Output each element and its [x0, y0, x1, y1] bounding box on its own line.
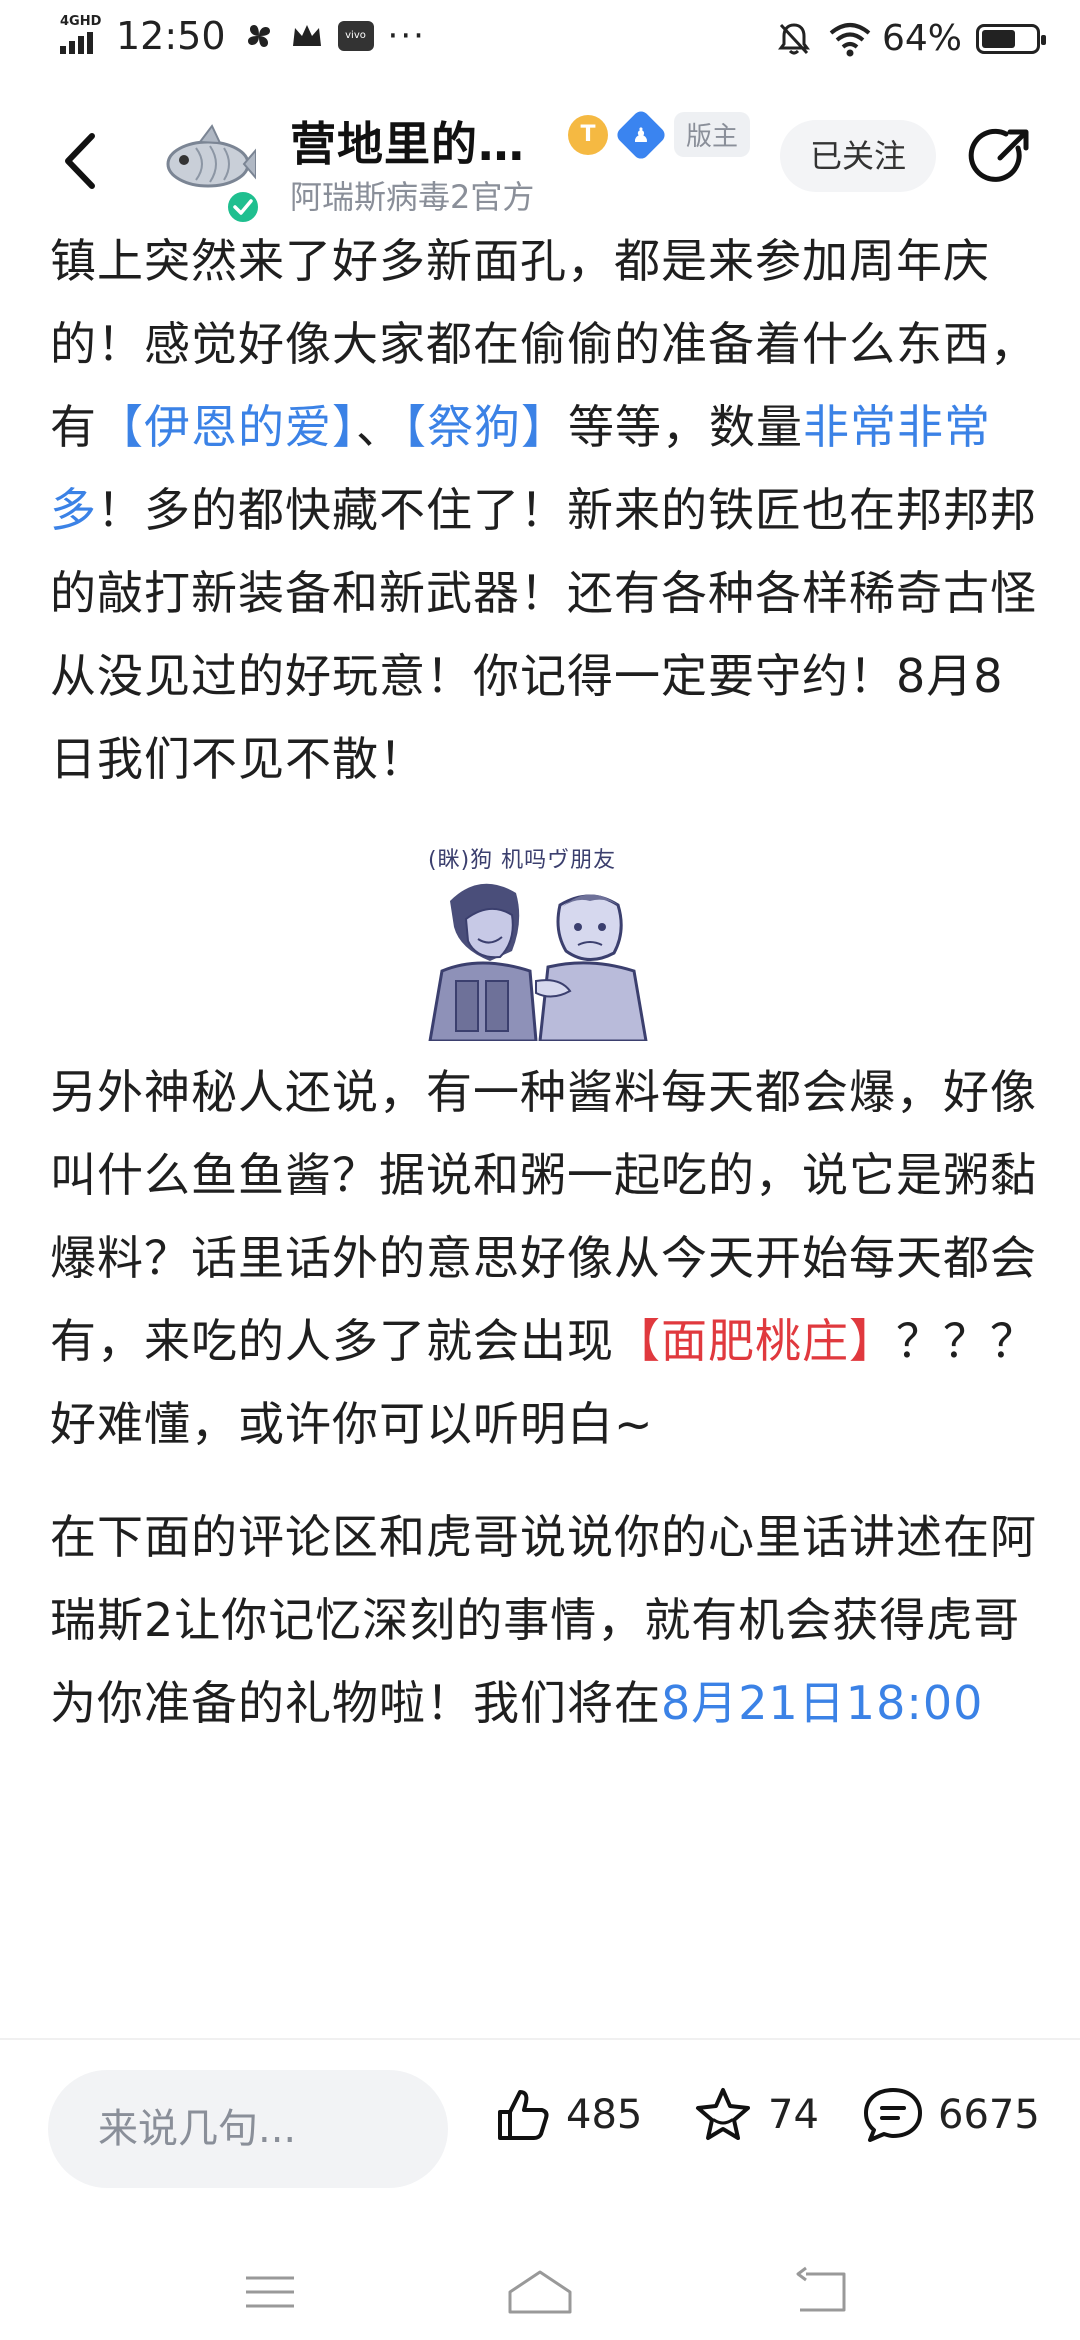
favorite-count: 74: [768, 2092, 819, 2138]
sticker-caption: (眯)狗 机吗ヴ朋友: [428, 848, 616, 873]
wifi-icon: [829, 22, 871, 56]
vivo-app-icon: vivo: [337, 21, 374, 51]
home-icon[interactable]: [504, 2262, 576, 2322]
like-count: 485: [566, 2092, 643, 2138]
paragraph-2: 另外神秘人还说，有一种酱料每天都会爆，好像叫什么鱼鱼酱？据说和粥一起吃的，说它是…: [50, 1051, 1040, 1466]
system-nav-bar: [0, 2240, 1080, 2340]
topic-link-ian-love[interactable]: 【伊恩的爱】: [97, 400, 356, 454]
comment-bubble-icon: [864, 2088, 922, 2142]
highlight-mianfei-taozhuang: 【面肥桃庄】: [614, 1314, 896, 1368]
status-bar: 4GHD 12:50 vivo ··· 64%: [0, 0, 1080, 80]
sticker-caption-art: (眯)狗 机吗ヴ朋友: [428, 848, 616, 873]
status-time: 12:50: [116, 14, 226, 58]
mute-bell-icon: [777, 22, 810, 54]
user-badge-icon: ♟: [614, 107, 668, 162]
level-badge: T: [568, 114, 608, 155]
post-header: 营地里的… T ♟ 版主 阿瑞斯病毒2官方 已关注: [0, 92, 1080, 224]
comments-button[interactable]: 6675: [862, 2086, 1040, 2144]
thumbs-up-icon: [498, 2090, 549, 2140]
battery-icon: [976, 23, 1046, 54]
post-body: 镇上突然来了好多新面孔，都是来参加周年庆的！感觉好像大家都在偷偷的准备着什么东西…: [50, 220, 1040, 1745]
comment-input[interactable]: 来说几句...: [48, 2070, 448, 2188]
favorite-button[interactable]: 74: [692, 2086, 819, 2144]
back-arrow-icon[interactable]: [56, 126, 112, 196]
topic-link-ji-gou[interactable]: 【祭狗】: [403, 400, 568, 454]
network-type: 4GHD: [60, 14, 102, 29]
like-button[interactable]: 485: [494, 2086, 642, 2144]
text-segment: 等等，数量: [568, 400, 803, 454]
date-link[interactable]: 8月21日18:00: [661, 1676, 983, 1730]
forum-subtitle: 阿瑞斯病毒2官方: [290, 178, 535, 216]
cellular-signal-icon: 4GHD: [60, 14, 104, 58]
pinwheel-icon: [247, 25, 270, 47]
follow-button[interactable]: 已关注: [780, 120, 936, 192]
sticker-image[interactable]: (眯)狗 机吗ヴ朋友: [50, 831, 1040, 1041]
forum-name[interactable]: 营地里的…: [290, 108, 525, 174]
paragraph-3: 在下面的评论区和虎哥说说你的心里话讲述在阿瑞斯2让你记忆深刻的事情，就有机会获得…: [50, 1496, 1040, 1745]
moderator-badge: 版主: [674, 112, 751, 157]
cartoon-sticker: (眯)狗 机吗ヴ朋友: [428, 848, 648, 1041]
bottom-action-bar: 来说几句... 485 74 6675: [0, 2040, 1080, 2240]
menu-icon[interactable]: [240, 2262, 300, 2322]
more-notifications-icon: ···: [387, 16, 426, 56]
crown-icon: [292, 25, 321, 46]
text-segment: 、: [356, 400, 403, 454]
back-nav-icon[interactable]: [790, 2262, 850, 2322]
text-segment: ！多的都快藏不住了！新来的铁匠也在邦邦邦的敲打新装备和新武器！还有各种各样稀奇古…: [50, 483, 1037, 786]
paragraph-1: 镇上突然来了好多新面孔，都是来参加周年庆的！感觉好像大家都在偷偷的准备着什么东西…: [50, 220, 1040, 801]
star-icon: [696, 2088, 750, 2140]
battery-percent: 64%: [881, 18, 962, 59]
comment-count: 6675: [938, 2092, 1040, 2138]
verified-icon: [226, 190, 260, 224]
share-icon[interactable]: [966, 122, 1036, 192]
